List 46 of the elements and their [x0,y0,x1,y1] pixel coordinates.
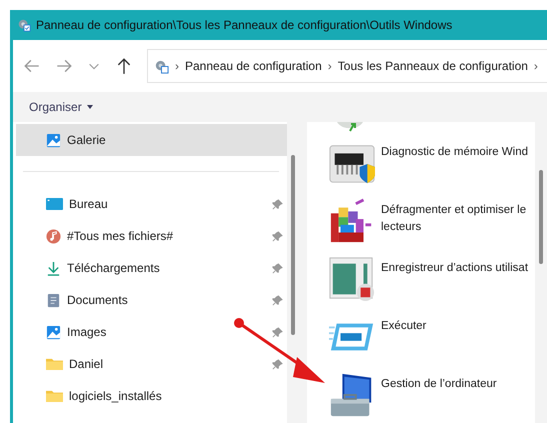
sidebar-item[interactable]: #Tous mes fichiers# [16,220,288,252]
sidebar-label: logiciels_installés [69,389,163,403]
breadcrumb-item[interactable]: Tous les Panneaux de configuration [338,59,528,73]
sidebar-item[interactable]: Images [16,316,288,348]
organize-menu-button[interactable]: Organiser [25,98,97,116]
sidebar-label: Téléchargements [67,261,161,275]
breadcrumb-separator: › [328,59,332,73]
control-panel-icon [154,58,169,74]
sidebar-label: Bureau [69,197,109,211]
tool-label[interactable]: Enregistreur d’actions utilisat [381,256,531,277]
control-panel-icon [17,18,31,32]
tool-label[interactable]: Exécuter [381,314,531,335]
sidebar-item[interactable]: Bureau [16,188,288,220]
tool-icon [335,122,365,132]
sidebar-label: Galerie [67,133,107,147]
document-icon [46,292,61,308]
scrollbar-thumb[interactable] [291,155,296,335]
folder-icon [46,358,63,370]
tool-label[interactable]: Diagnostic de mémoire Wind [381,140,531,161]
download-icon [46,260,61,276]
picture-icon [46,132,61,148]
picture-icon [46,324,61,340]
sidebar-item[interactable]: Galerie [16,124,288,156]
breadcrumb-separator: › [534,59,538,73]
window-title: Panneau de configuration\Tous les Panneaux de configuration\Outils Windows [36,18,452,32]
sidebar-item[interactable]: Daniel [16,348,288,380]
sidebar-item[interactable]: Téléchargements [16,252,288,284]
sidebar-label: #Tous mes fichiers# [67,229,174,243]
tool-label[interactable]: Gestion de l’ordinateur [381,372,531,393]
forward-icon[interactable] [55,57,73,75]
tool-label[interactable]: Défragmenter et optimiser le lecteurs [381,198,531,236]
sidebar-item[interactable]: logiciels_installés [16,380,288,412]
breadcrumb-item[interactable]: Panneau de configuration [185,59,322,73]
breadcrumb-separator: › [175,59,179,73]
scrollbar-thumb[interactable] [539,170,543,264]
folder-icon [46,390,63,402]
music-icon [46,228,61,244]
address-bar[interactable]: › Panneau de configuration › Tous les Panneaux de configuration › [147,49,547,83]
back-icon[interactable] [23,57,41,75]
desktop-icon [46,198,63,210]
sidebar-item[interactable]: Documents [16,284,288,316]
sidebar-label: Documents [67,293,129,307]
up-icon[interactable] [115,57,133,75]
sidebar-label: Images [67,325,108,339]
recorder-icon [329,256,375,302]
sidebar-label: Daniel [69,357,104,371]
